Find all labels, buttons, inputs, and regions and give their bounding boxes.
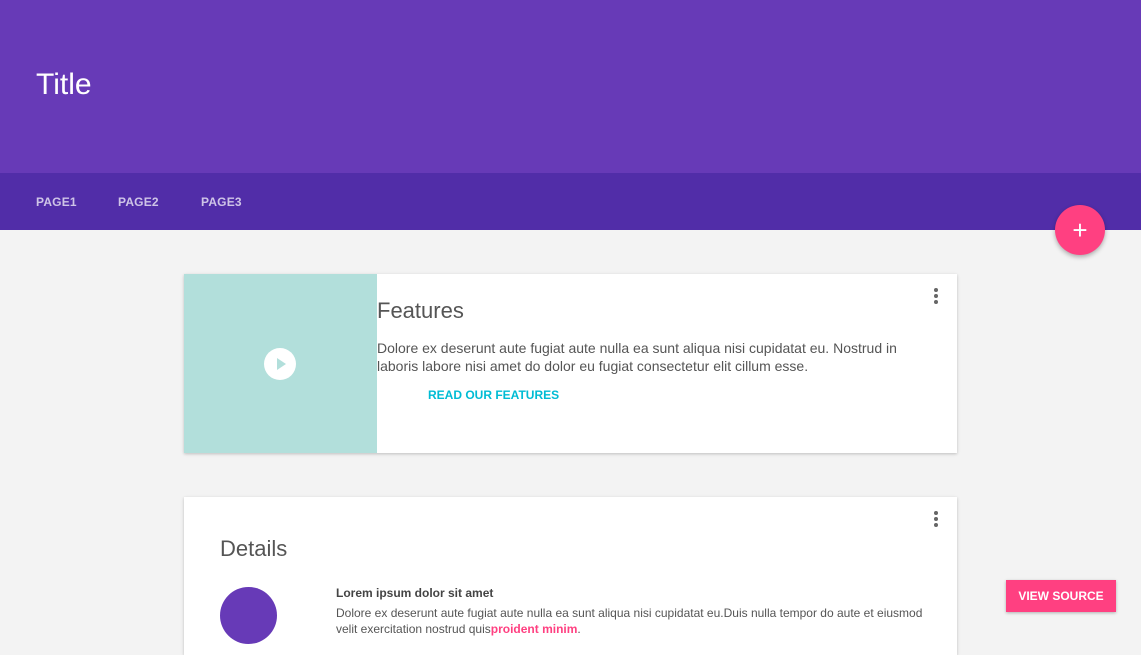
page-title: Title xyxy=(36,68,92,101)
add-button[interactable]: + xyxy=(1055,205,1105,255)
avatar xyxy=(220,587,277,644)
features-card: Features Dolore ex deserunt aute fugiat … xyxy=(184,274,957,453)
more-vertical-icon[interactable] xyxy=(932,288,940,304)
app-header: Title xyxy=(0,0,1141,173)
details-card: Details Lorem ipsum dolor sit amet Dolor… xyxy=(184,497,957,655)
features-description: Dolore ex deserunt aute fugiat aute null… xyxy=(377,340,897,374)
detail-item-title: Lorem ipsum dolor sit amet xyxy=(336,586,494,600)
tab-page2[interactable]: PAGE2 xyxy=(118,195,159,209)
tab-page3[interactable]: PAGE3 xyxy=(201,195,242,209)
read-features-button[interactable]: READ OUR FEATURES xyxy=(428,388,559,402)
details-title: Details xyxy=(220,536,288,561)
tab-page1[interactable]: PAGE1 xyxy=(36,195,77,209)
features-title: Features xyxy=(377,298,464,323)
tab-bar: PAGE1 PAGE2 PAGE3 xyxy=(0,173,1141,230)
play-icon[interactable] xyxy=(264,348,296,380)
detail-item-description: Dolore ex deserunt aute fugiat aute null… xyxy=(336,606,923,636)
detail-item-period: . xyxy=(577,622,581,636)
view-source-button[interactable]: VIEW SOURCE xyxy=(1006,580,1116,612)
plus-icon: + xyxy=(1072,215,1088,245)
more-vertical-icon[interactable] xyxy=(932,511,940,527)
features-media xyxy=(184,274,377,453)
proident-link[interactable]: proident minim xyxy=(491,622,578,636)
detail-item-text: Dolore ex deserunt aute fugiat aute null… xyxy=(336,605,926,637)
